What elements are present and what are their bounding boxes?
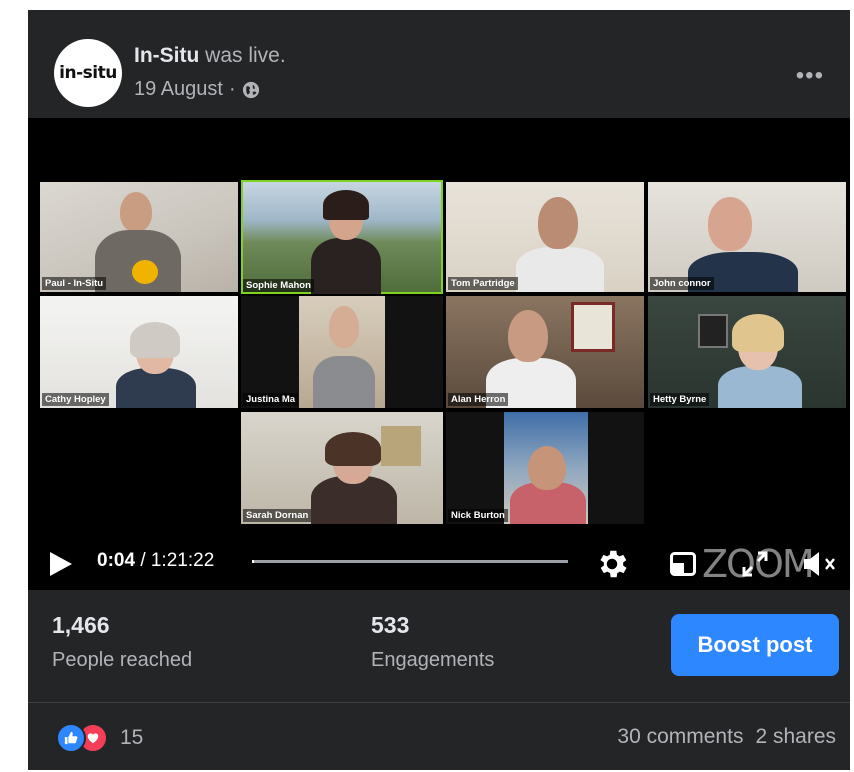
participant-name: John connor bbox=[650, 277, 714, 290]
progress-fill bbox=[252, 560, 254, 563]
post-action-text: was live. bbox=[205, 44, 286, 67]
shares-link[interactable]: 2 shares bbox=[755, 725, 836, 749]
post-footer: 15 30 comments 2 shares bbox=[28, 703, 850, 770]
meta-separator: · bbox=[228, 78, 236, 100]
volume-muted-icon[interactable] bbox=[800, 549, 838, 579]
post-card: in-situ In-Situ was live. 19 August · ••… bbox=[28, 10, 850, 770]
engagements-stat: 533 Engagements bbox=[371, 612, 494, 672]
participant-tile: Nick Burton bbox=[446, 412, 644, 524]
more-options-icon[interactable]: ••• bbox=[796, 62, 824, 90]
participant-tile: Justina Ma bbox=[241, 296, 443, 408]
participant-tile: Sarah Dornan bbox=[241, 412, 443, 524]
people-reached-value: 1,466 bbox=[52, 612, 110, 638]
post-insights: 1,466 People reached 533 Engagements Boo… bbox=[28, 590, 850, 702]
page-avatar[interactable]: in-situ bbox=[54, 39, 122, 107]
like-reaction-icon bbox=[56, 723, 86, 753]
engagements-label: Engagements bbox=[371, 649, 495, 671]
avatar-logo-text: in-situ bbox=[59, 63, 117, 83]
participant-name: Tom Partridge bbox=[448, 277, 518, 290]
people-reached-label: People reached bbox=[52, 649, 193, 671]
participant-tile: Tom Partridge bbox=[446, 182, 644, 292]
current-time: 0:04 bbox=[97, 550, 136, 571]
participant-name: Sarah Dornan bbox=[243, 509, 312, 522]
participant-tile-active: Sophie Mahon bbox=[241, 180, 443, 294]
author-name[interactable]: In-Situ bbox=[134, 44, 199, 67]
participant-name: Nick Burton bbox=[448, 509, 508, 522]
total-duration: / 1:21:22 bbox=[140, 550, 215, 571]
playback-time: 0:04 / 1:21:22 bbox=[97, 550, 214, 572]
boost-post-button[interactable]: Boost post bbox=[671, 614, 839, 676]
participant-tile: John connor bbox=[648, 182, 846, 292]
participant-name: Cathy Hopley bbox=[42, 393, 109, 406]
play-icon[interactable] bbox=[50, 552, 72, 576]
post-header: in-situ In-Situ was live. 19 August · ••… bbox=[28, 10, 850, 118]
participant-name: Sophie Mahon bbox=[243, 279, 314, 292]
engagement-links: 30 comments 2 shares bbox=[617, 725, 836, 749]
expand-icon[interactable] bbox=[740, 549, 770, 579]
comments-link[interactable]: 30 comments bbox=[617, 725, 743, 749]
post-date[interactable]: 19 August bbox=[134, 78, 223, 101]
post-title-line: In-Situ was live. bbox=[134, 44, 286, 68]
participant-tile: Hetty Byrne bbox=[648, 296, 846, 408]
globe-icon bbox=[242, 81, 259, 98]
participant-name: Paul - In-Situ bbox=[42, 277, 107, 290]
people-reached-stat: 1,466 People reached bbox=[52, 612, 192, 672]
participant-tile: Cathy Hopley bbox=[40, 296, 238, 408]
video-player[interactable]: Paul - In-Situ Sophie Mahon Tom Partridg… bbox=[28, 118, 850, 590]
reactions-summary[interactable]: 15 bbox=[56, 723, 143, 753]
settings-gear-icon[interactable] bbox=[594, 546, 630, 582]
post-meta: 19 August · bbox=[134, 78, 260, 101]
participant-tile: Alan Herron bbox=[446, 296, 644, 408]
participant-tile: Paul - In-Situ bbox=[40, 182, 238, 292]
picture-in-picture-icon[interactable] bbox=[670, 552, 696, 576]
video-controls: 0:04 / 1:21:22 ZOOM bbox=[28, 530, 850, 590]
engagements-value: 533 bbox=[371, 612, 410, 638]
reaction-count: 15 bbox=[120, 726, 144, 749]
participant-name: Alan Herron bbox=[448, 393, 509, 406]
participant-name: Justina Ma bbox=[243, 393, 299, 406]
participant-name: Hetty Byrne bbox=[650, 393, 710, 406]
progress-bar[interactable] bbox=[252, 560, 568, 563]
